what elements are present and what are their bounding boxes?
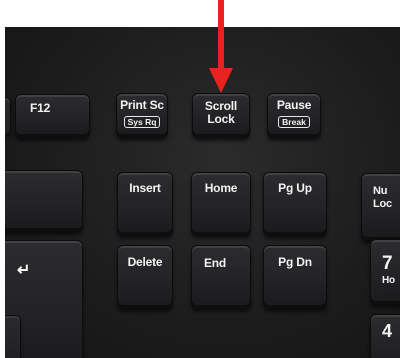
break-label: Break — [278, 116, 310, 128]
end-key-label: End — [204, 256, 227, 270]
num-lock-key[interactable]: Nu Loc — [361, 173, 400, 241]
numpad-7-key-sub: Ho — [382, 275, 395, 286]
home-key-label: Home — [204, 181, 238, 195]
page-down-key[interactable]: Pg Dn — [263, 245, 327, 309]
blank-key[interactable] — [5, 170, 83, 232]
numpad-7-key[interactable]: 7 Ho — [370, 239, 400, 305]
enter-key-label: ↵ — [17, 262, 31, 279]
end-key[interactable]: End — [191, 245, 251, 309]
scroll-lock-key-line2: Lock — [207, 112, 235, 126]
insert-key-label: Insert — [129, 181, 161, 195]
sys-rq-label: Sys Rq — [123, 116, 161, 128]
page-up-key[interactable]: Pg Up — [263, 172, 327, 236]
numpad-7-key-label: 7 — [382, 253, 393, 274]
delete-key-label: Delete — [127, 255, 163, 269]
partial-key — [5, 97, 11, 135]
image-canvas: F12 Print Sc Sys Rq Scroll Lock Pause Br… — [0, 0, 400, 358]
f12-key[interactable]: F12 — [15, 94, 90, 138]
page-up-key-label: Pg Up — [278, 181, 312, 195]
numpad-4-key[interactable]: 4 — [370, 314, 400, 358]
page-down-key-label: Pg Dn — [278, 255, 312, 269]
num-lock-key-line1: Nu — [373, 185, 388, 197]
red-arrow-icon — [209, 0, 233, 93]
partial-bottom-key — [5, 315, 21, 358]
num-lock-key-line2: Loc — [373, 198, 392, 210]
delete-key[interactable]: Delete — [117, 245, 173, 309]
numpad-4-key-label: 4 — [382, 321, 392, 341]
insert-key[interactable]: Insert — [117, 172, 173, 236]
home-key[interactable]: Home — [191, 172, 251, 236]
